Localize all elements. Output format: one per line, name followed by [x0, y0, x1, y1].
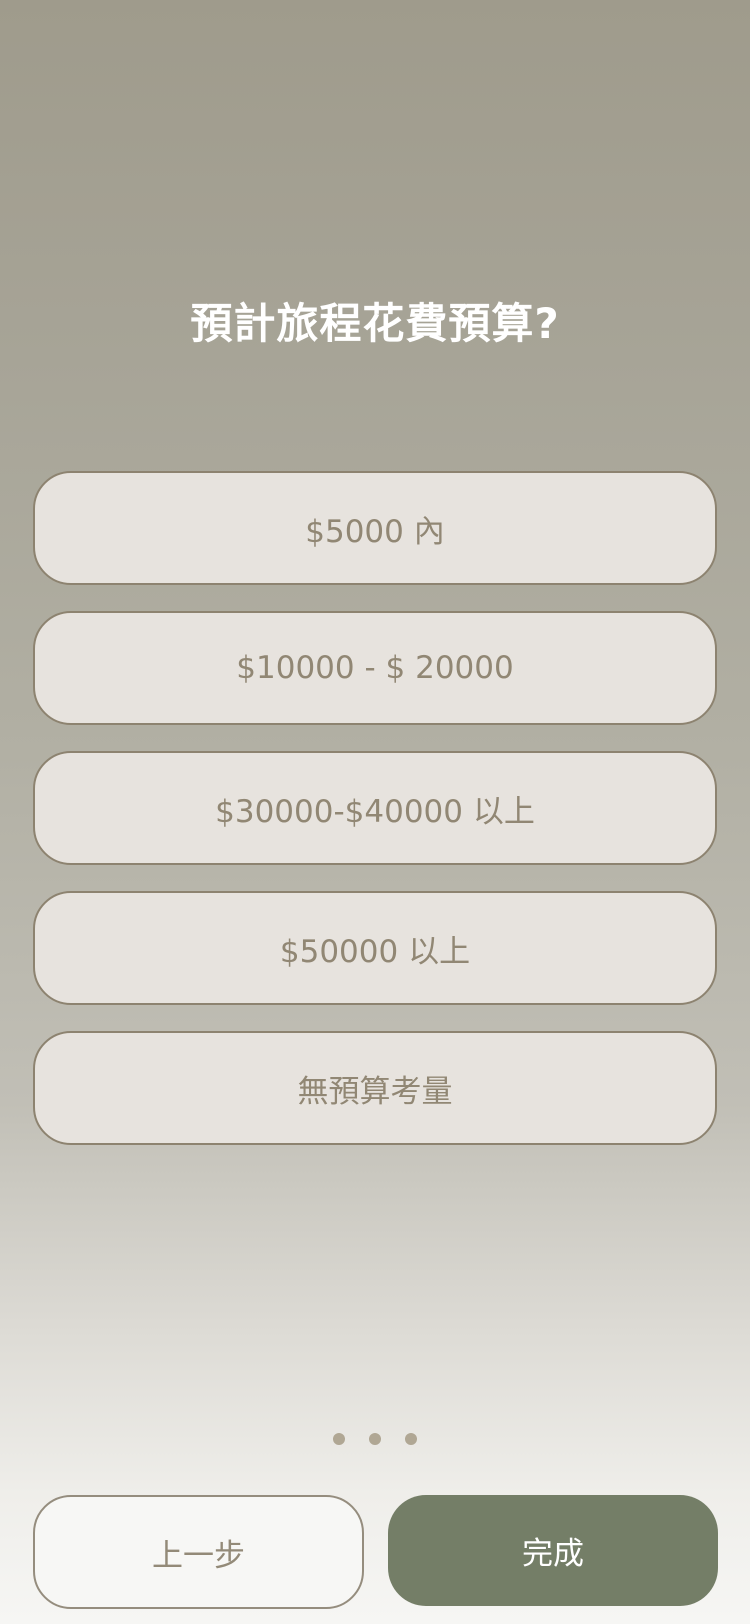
question-title: 預計旅程花費預算?: [190, 299, 560, 348]
option-5000[interactable]: $5000 內: [33, 471, 717, 585]
budget-options-list: $5000 內 $10000 - $ 20000 $30000-$40000 以…: [33, 471, 717, 1171]
page-dot: [405, 1433, 417, 1445]
option-10000-20000[interactable]: $10000 - $ 20000: [33, 611, 717, 725]
page-dot: [369, 1433, 381, 1445]
option-no-budget[interactable]: 無預算考量: [33, 1031, 717, 1145]
option-30000-40000[interactable]: $30000-$40000 以上: [33, 751, 717, 865]
back-button[interactable]: 上一步: [33, 1495, 364, 1609]
option-50000-plus[interactable]: $50000 以上: [33, 891, 717, 1005]
done-button[interactable]: 完成: [388, 1495, 718, 1606]
page-indicator: [0, 1433, 750, 1445]
page-dot: [333, 1433, 345, 1445]
budget-question-screen: 預計旅程花費預算? $5000 內 $10000 - $ 20000 $3000…: [0, 0, 750, 1624]
